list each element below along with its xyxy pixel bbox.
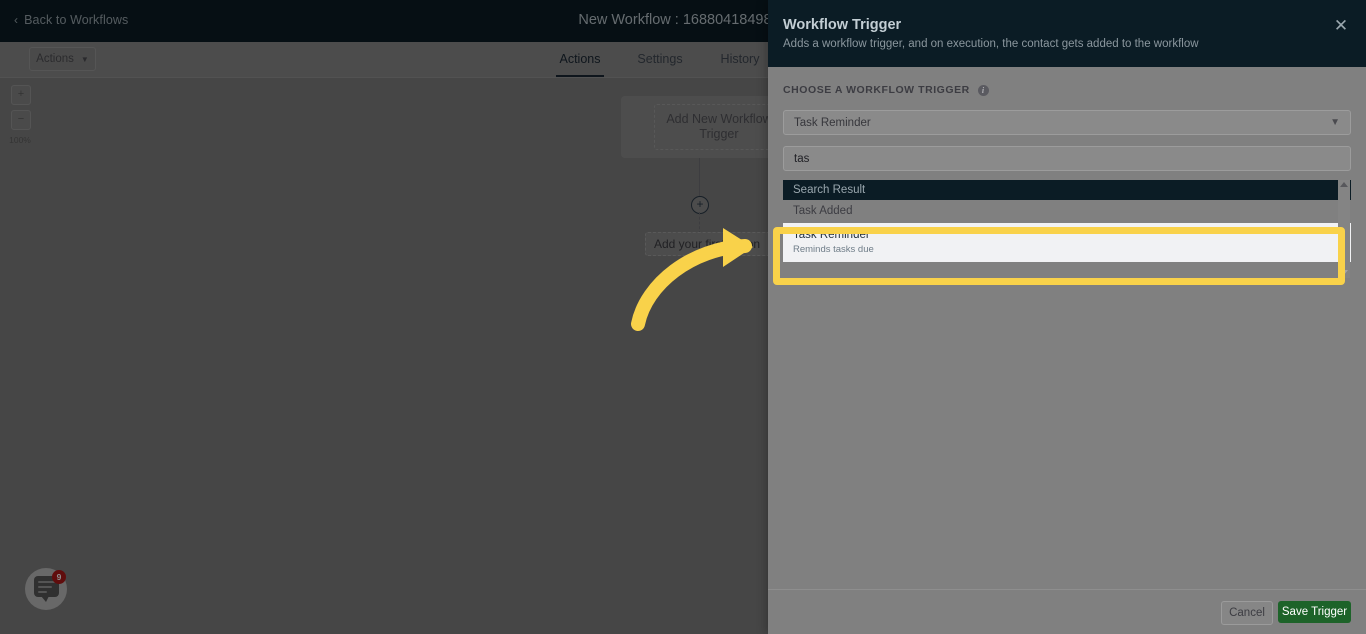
workflow-builder-screen: ‹ Back to Workflows New Workflow : 16880… — [0, 0, 1366, 634]
add-new-workflow-trigger-label: Add New Workflow Trigger — [654, 104, 784, 150]
cancel-button[interactable]: Cancel — [1221, 601, 1273, 625]
connector-line-top — [699, 158, 700, 196]
workflow-trigger-node[interactable]: Add New Workflow Trigger — [621, 96, 781, 158]
close-icon[interactable]: ✕ — [1330, 16, 1352, 38]
tab-settings[interactable]: Settings — [620, 42, 700, 77]
workflow-tabs: Actions Settings History — [540, 42, 780, 77]
zoom-in-button[interactable]: + — [11, 85, 31, 105]
scroll-up-arrow-icon[interactable] — [1340, 182, 1348, 187]
result-item-title: Task Reminder — [793, 228, 1351, 243]
section-label-text: CHOOSE A WORKFLOW TRIGGER — [783, 84, 970, 96]
choose-workflow-trigger-label: CHOOSE A WORKFLOW TRIGGER i — [783, 84, 989, 96]
save-trigger-button[interactable]: Save Trigger — [1278, 601, 1351, 623]
chevron-down-icon: ▼ — [1330, 117, 1340, 128]
add-first-action-node[interactable]: Add your first action — [645, 232, 778, 256]
chevron-down-icon: ▼ — [81, 55, 89, 64]
actions-dropdown-button[interactable]: Actions ▼ — [29, 47, 96, 71]
chat-unread-badge: 9 — [52, 570, 66, 584]
result-item-description: Reminds tasks due — [793, 243, 1351, 256]
chat-bubble-line-1 — [38, 581, 55, 583]
search-result-group-header: Search Result — [783, 180, 1351, 200]
chat-bubble-line-2 — [38, 586, 52, 588]
workflow-trigger-panel: Workflow Trigger Adds a workflow trigger… — [768, 0, 1366, 634]
zoom-level-label: 100% — [9, 135, 31, 145]
chat-bubble-line-3 — [38, 591, 47, 593]
panel-title: Workflow Trigger — [783, 17, 901, 33]
info-icon[interactable]: i — [978, 85, 989, 96]
results-scrollbar[interactable] — [1338, 180, 1350, 278]
actions-dropdown-label: Actions — [36, 53, 74, 65]
canvas-zoom-controls: + − 100% — [11, 85, 29, 145]
workflow-trigger-select-value: Task Reminder — [794, 117, 871, 129]
panel-subtitle: Adds a workflow trigger, and on executio… — [783, 38, 1199, 50]
result-item-task-added[interactable]: Task Added — [783, 200, 1351, 223]
result-item-task-reminder[interactable]: Task Reminder Reminds tasks due — [783, 223, 1351, 262]
panel-footer: Cancel Save Trigger — [768, 589, 1366, 634]
connector-line-bottom — [699, 212, 701, 234]
zoom-out-button[interactable]: − — [11, 110, 31, 130]
tab-actions[interactable]: Actions — [540, 42, 620, 77]
workflow-trigger-select[interactable]: Task Reminder ▼ — [783, 110, 1351, 135]
trigger-search-input[interactable] — [783, 146, 1351, 171]
trigger-search-results: Search Result Task Added Task Reminder R… — [783, 180, 1351, 262]
scroll-down-arrow-icon[interactable] — [1340, 270, 1348, 275]
panel-header: Workflow Trigger Adds a workflow trigger… — [768, 0, 1366, 67]
